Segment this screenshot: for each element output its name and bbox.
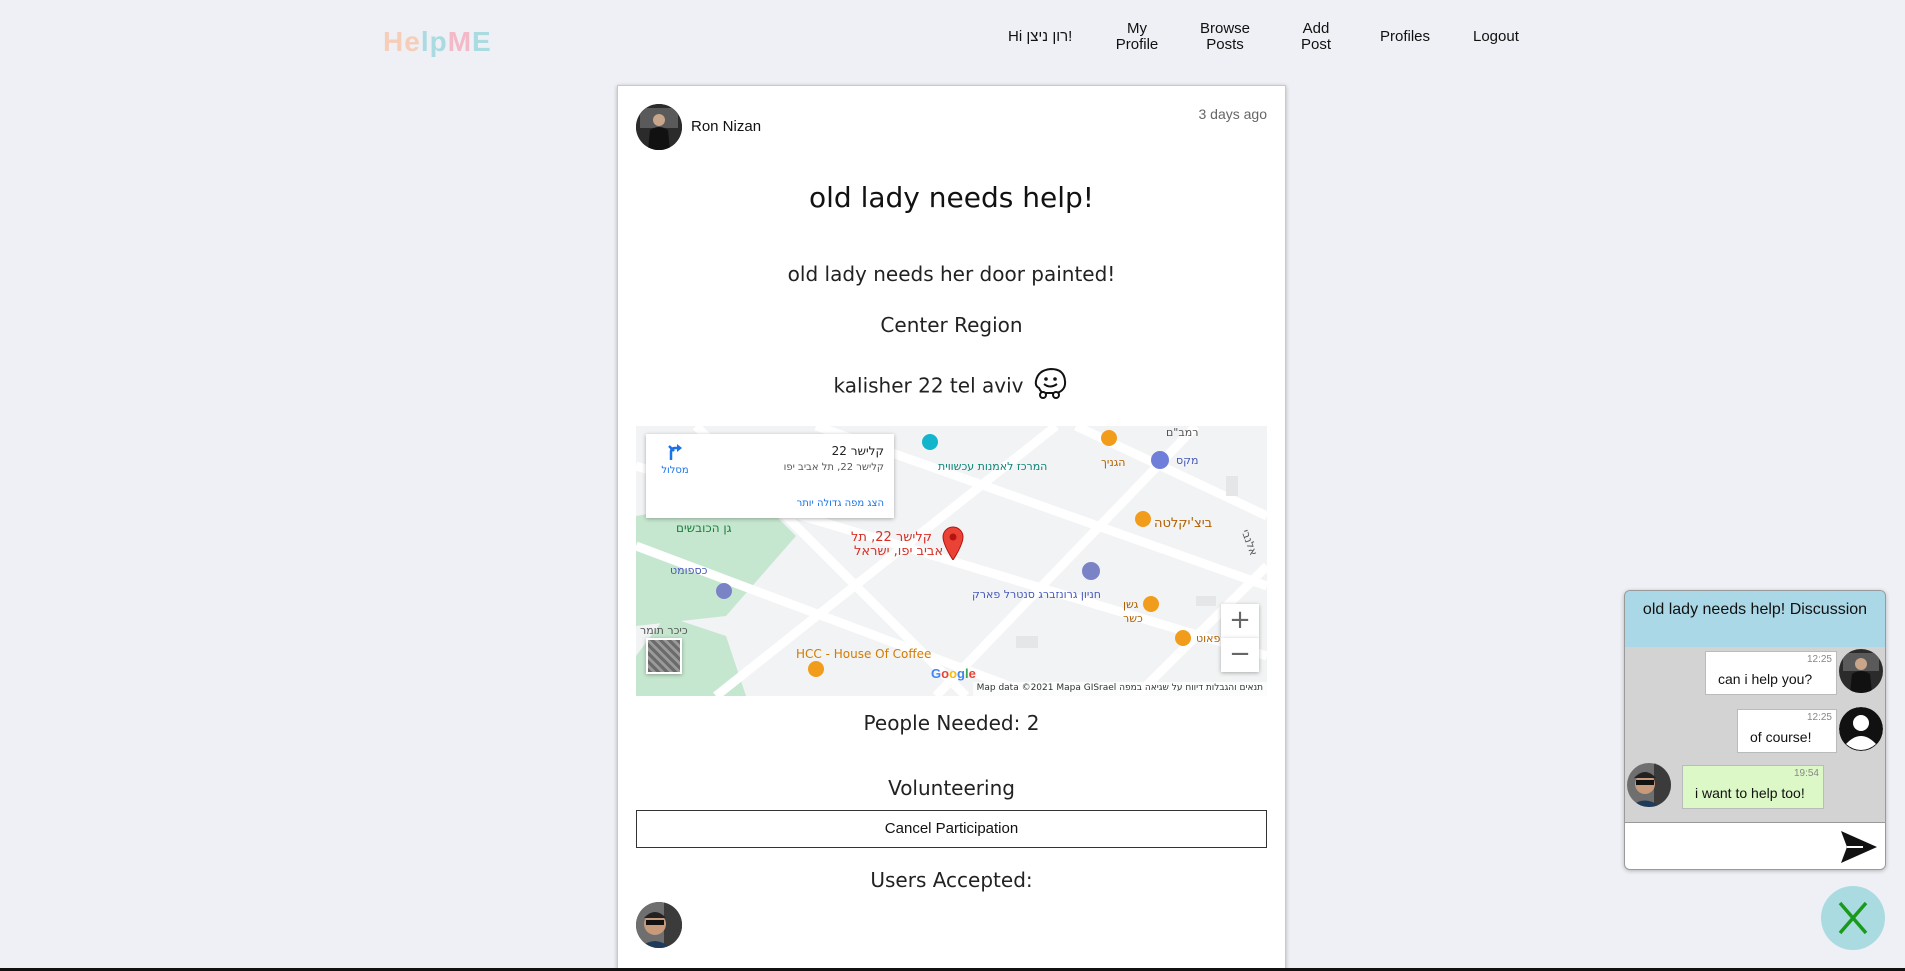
post-address: kalisher 22 tel aviv (833, 373, 1024, 398)
post-card: Ron Nizan 3 days ago old lady needs help… (617, 85, 1286, 971)
info-title: קלישר 22 (831, 444, 884, 458)
zoom-in-button[interactable]: + (1221, 604, 1259, 638)
author-avatar[interactable] (636, 104, 682, 150)
default-avatar-icon (1839, 707, 1883, 751)
post-address-row: kalisher 22 tel aviv (618, 366, 1285, 405)
message-time: 12:25 (1806, 654, 1832, 665)
info-address: קלישר 22, תל אביב יפו (783, 462, 884, 473)
message-text: i want to help too! (1695, 785, 1805, 801)
nav-logout[interactable]: Logout (1473, 29, 1519, 45)
post-description: old lady needs her door painted! (787, 262, 1116, 286)
message-text: can i help you? (1718, 671, 1813, 687)
map-label: HCC - House Of Coffee (796, 647, 932, 661)
chat-message: 12:25 can i help you? (1705, 651, 1837, 695)
post-time: 3 days ago (1198, 106, 1268, 122)
zoom-out-button[interactable]: − (1221, 638, 1259, 672)
nav-greeting: Hi רון ניצן! (1008, 28, 1073, 45)
chat-input-row (1625, 822, 1885, 869)
map-pin-icon[interactable] (942, 526, 964, 560)
map-label: כיכר תומר (640, 624, 688, 637)
map-label: כספומט (670, 564, 708, 577)
map-label: הגניך (1101, 456, 1126, 469)
directions-icon (668, 444, 682, 460)
directions-button[interactable]: מסלול (658, 442, 692, 476)
nav-add-post[interactable]: Add Post (1298, 21, 1334, 53)
directions-label: מסלול (661, 465, 689, 476)
chat-input[interactable] (1631, 829, 1831, 865)
close-chat-button[interactable] (1821, 886, 1885, 950)
satellite-toggle[interactable] (646, 638, 682, 674)
message-text: of course! (1750, 729, 1812, 745)
volunteering-label: Volunteering (888, 776, 1015, 800)
author-name[interactable]: Ron Nizan (691, 118, 761, 135)
google-logo: Google (931, 666, 976, 681)
users-accepted-label: Users Accepted: (870, 868, 1033, 892)
nav-label: My (1127, 20, 1147, 37)
map-label: גשן (1123, 598, 1139, 611)
close-icon (1838, 901, 1868, 935)
chat-avatar (1839, 649, 1883, 693)
chat-avatar (1627, 763, 1671, 807)
nav-label: Add (1302, 20, 1330, 37)
nav-my-profile[interactable]: My Profile (1112, 21, 1162, 53)
send-button[interactable] (1839, 829, 1879, 865)
map-label: מקס (1176, 454, 1199, 467)
waze-icon[interactable] (1031, 366, 1069, 402)
chat-title: old lady needs help! Discussion (1625, 591, 1885, 647)
map-label: המרכז לאמנות עכשווית (938, 460, 1048, 473)
map-label: חניון גרונזברג סנטרל פארק (972, 588, 1101, 601)
nav-profiles[interactable]: Profiles (1380, 29, 1430, 45)
larger-map-link[interactable]: הצג מפה גדולה יותר (797, 498, 884, 509)
marker-label: אביב יפו, ישראל (854, 544, 944, 559)
map-attribution[interactable]: Map data ©2021 Mapa GISrael תנאים והגבלו… (972, 682, 1267, 696)
nav-label: Posts (1206, 36, 1244, 53)
nav-label: Browse (1199, 20, 1251, 37)
map-label: ביצ'יקלטה (1154, 516, 1213, 531)
chat-window: old lady needs help! Discussion 12:25 ca… (1624, 590, 1886, 870)
people-needed: People Needed: 2 (863, 711, 1040, 735)
send-icon (1841, 831, 1877, 863)
chat-message: 12:25 of course! (1737, 709, 1837, 753)
post-title: old lady needs help! (809, 181, 1094, 214)
post-region: Center Region (880, 313, 1023, 337)
map-label: כשר (1123, 612, 1143, 625)
top-nav: Hi רון ניצן! My Profile Browse Posts Add… (0, 20, 1905, 60)
accepted-user-avatar[interactable] (636, 902, 682, 948)
cancel-participation-button[interactable]: Cancel Participation (636, 810, 1267, 848)
nav-label: Post (1300, 36, 1331, 53)
map-info-window: מסלול קלישר 22 קלישר 22, תל אביב יפו הצג… (646, 434, 894, 518)
chat-message-own: 19:54 i want to help too! (1682, 765, 1824, 809)
marker-label: קלישר 22, תל (851, 530, 932, 545)
map-label: גן הכובשים (676, 521, 732, 535)
message-time: 12:25 (1806, 712, 1832, 723)
map-label: רמב"ם (1166, 426, 1199, 439)
message-time: 19:54 (1793, 768, 1819, 779)
nav-label: Profile (1115, 36, 1159, 53)
nav-browse-posts[interactable]: Browse Posts (1196, 21, 1254, 53)
embedded-map[interactable]: קלישר 22, תל אביב יפו, ישראל המרכז לאמנו… (636, 426, 1267, 696)
